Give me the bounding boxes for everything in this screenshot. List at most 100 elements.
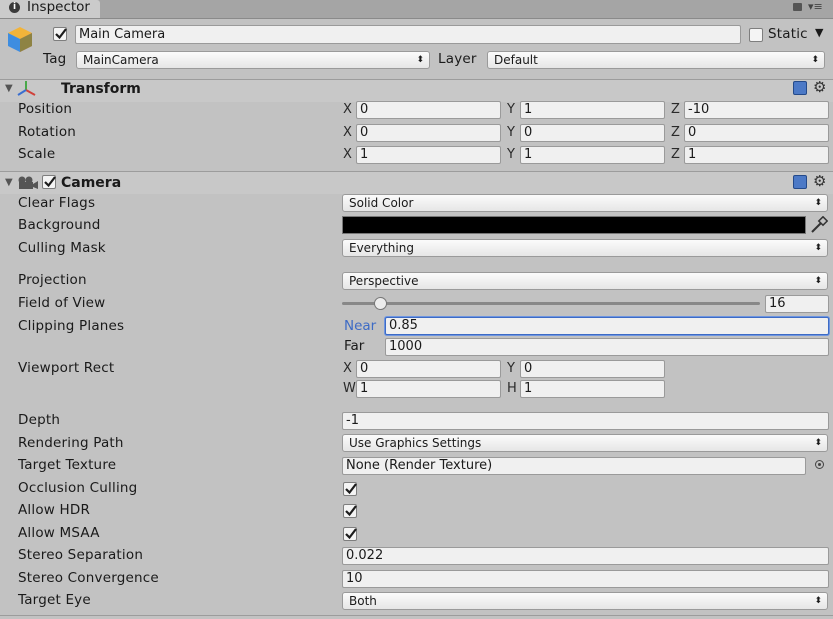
axis-w-label[interactable]: W <box>343 381 356 396</box>
camera-enabled-checkbox[interactable] <box>42 175 56 189</box>
camera-icon <box>17 176 39 190</box>
target-eye-value: Both <box>349 594 377 608</box>
occlusion-culling-checkbox[interactable] <box>343 482 357 496</box>
info-icon: i <box>9 2 20 13</box>
far-label[interactable]: Far <box>344 338 364 354</box>
clear-flags-dropdown[interactable]: Solid Color ⬍ <box>342 194 828 212</box>
rendering-path-value: Use Graphics Settings <box>349 436 482 450</box>
viewport-h-field[interactable]: 1 <box>520 380 665 398</box>
tag-value: MainCamera <box>83 53 159 67</box>
object-picker-icon[interactable] <box>815 460 824 469</box>
layer-value: Default <box>494 53 538 67</box>
allow-hdr-label: Allow HDR <box>18 502 91 518</box>
scale-z-field[interactable]: 1 <box>684 146 829 164</box>
target-eye-label: Target Eye <box>18 592 91 608</box>
rotation-x-field[interactable]: 0 <box>356 124 501 142</box>
depth-field[interactable]: -1 <box>342 412 829 430</box>
updown-icon: ⬍ <box>814 438 822 448</box>
viewport-rect-label: Viewport Rect <box>18 360 115 376</box>
target-eye-dropdown[interactable]: Both ⬍ <box>342 592 828 610</box>
updown-icon: ⬍ <box>811 55 819 65</box>
position-z-field[interactable]: -10 <box>684 101 829 119</box>
viewport-y-field[interactable]: 0 <box>520 360 665 378</box>
tab-bar <box>0 0 833 19</box>
background-label: Background <box>18 217 101 233</box>
updown-icon: ⬍ <box>814 596 822 606</box>
rotation-y-field[interactable]: 0 <box>520 124 665 142</box>
transform-axes-icon <box>17 80 37 98</box>
scale-x-field[interactable]: 1 <box>356 146 501 164</box>
axis-y-label[interactable]: Y <box>507 361 515 376</box>
axis-y-label[interactable]: Y <box>507 147 515 162</box>
static-label: Static <box>768 26 808 42</box>
camera-header[interactable] <box>0 171 833 194</box>
scale-label: Scale <box>18 146 56 162</box>
near-label[interactable]: Near <box>344 318 376 334</box>
culling-mask-value: Everything <box>349 241 414 255</box>
gear-icon[interactable]: ⚙ <box>813 172 826 190</box>
stereo-separation-label: Stereo Separation <box>18 547 144 563</box>
object-name-input[interactable]: Main Camera <box>75 25 741 44</box>
clear-flags-value: Solid Color <box>349 196 414 210</box>
allow-msaa-checkbox[interactable] <box>343 527 357 541</box>
occlusion-culling-label: Occlusion Culling <box>18 480 138 496</box>
camera-title: Camera <box>61 175 122 191</box>
allow-hdr-checkbox[interactable] <box>343 504 357 518</box>
axis-x-label[interactable]: X <box>343 147 352 162</box>
viewport-x-field[interactable]: 0 <box>356 360 501 378</box>
axis-y-label[interactable]: Y <box>507 125 515 140</box>
stereo-separation-field[interactable]: 0.022 <box>342 547 829 565</box>
updown-icon: ⬍ <box>814 243 822 253</box>
rendering-path-dropdown[interactable]: Use Graphics Settings ⬍ <box>342 434 828 452</box>
bottom-divider <box>0 615 833 616</box>
culling-mask-dropdown[interactable]: Everything ⬍ <box>342 239 828 257</box>
fov-field[interactable]: 16 <box>765 295 829 313</box>
axis-z-label[interactable]: Z <box>671 147 680 162</box>
background-color-swatch[interactable] <box>342 216 806 234</box>
game-object-cube-icon <box>5 24 35 54</box>
axis-x-label[interactable]: X <box>343 125 352 140</box>
projection-label: Projection <box>18 272 87 288</box>
fov-slider-track[interactable] <box>342 302 760 305</box>
rotation-z-field[interactable]: 0 <box>684 124 829 142</box>
foldout-arrow-icon[interactable]: ▼ <box>5 83 13 94</box>
axis-x-label[interactable]: X <box>343 361 352 376</box>
position-x-field[interactable]: 0 <box>356 101 501 119</box>
updown-icon: ⬍ <box>814 198 822 208</box>
menu-icon[interactable]: ▾≡ <box>808 0 823 13</box>
active-checkbox[interactable] <box>53 27 67 41</box>
axis-z-label[interactable]: Z <box>671 102 680 117</box>
far-field[interactable]: 1000 <box>385 338 829 356</box>
axis-z-label[interactable]: Z <box>671 125 680 140</box>
transform-title: Transform <box>61 81 141 97</box>
tab-title: Inspector <box>27 0 90 15</box>
axis-h-label[interactable]: H <box>507 381 517 396</box>
projection-dropdown[interactable]: Perspective ⬍ <box>342 272 828 290</box>
static-checkbox[interactable] <box>749 28 763 42</box>
eyedropper-icon[interactable] <box>810 215 829 234</box>
rotation-label: Rotation <box>18 124 77 140</box>
fov-slider-thumb[interactable] <box>374 297 387 310</box>
projection-value: Perspective <box>349 274 419 288</box>
static-dropdown-arrow[interactable]: ▼ <box>815 26 823 39</box>
scale-y-field[interactable]: 1 <box>520 146 665 164</box>
position-y-field[interactable]: 1 <box>520 101 665 119</box>
position-label: Position <box>18 101 73 117</box>
layer-label: Layer <box>438 51 477 67</box>
updown-icon: ⬍ <box>814 276 822 286</box>
help-book-icon[interactable] <box>793 175 807 189</box>
help-book-icon[interactable] <box>793 81 807 95</box>
stereo-convergence-field[interactable]: 10 <box>342 570 829 588</box>
tag-dropdown[interactable]: MainCamera ⬍ <box>76 51 430 69</box>
clipping-planes-label: Clipping Planes <box>18 318 125 334</box>
layer-dropdown[interactable]: Default ⬍ <box>487 51 825 69</box>
tab-inspector[interactable]: i Inspector <box>0 0 100 18</box>
near-field[interactable]: 0.85 <box>385 317 829 335</box>
target-texture-field[interactable]: None (Render Texture) <box>342 457 806 475</box>
axis-x-label[interactable]: X <box>343 102 352 117</box>
gear-icon[interactable]: ⚙ <box>813 78 826 96</box>
axis-y-label[interactable]: Y <box>507 102 515 117</box>
viewport-w-field[interactable]: 1 <box>356 380 501 398</box>
foldout-arrow-icon[interactable]: ▼ <box>5 177 13 188</box>
lock-icon[interactable] <box>793 3 802 11</box>
